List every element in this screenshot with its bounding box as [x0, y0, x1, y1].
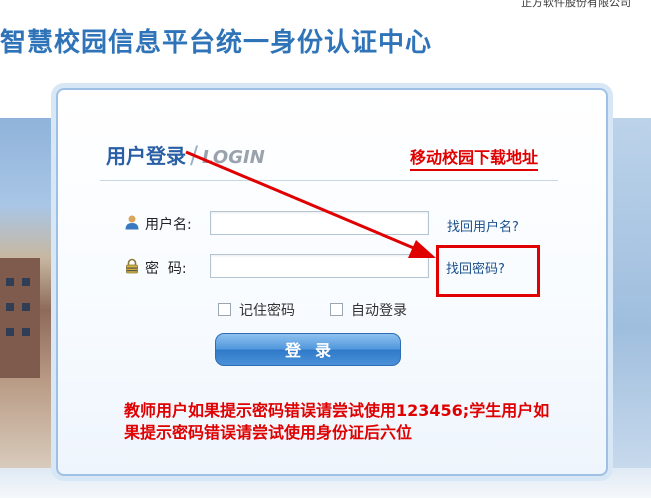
annotation-arrow [185, 150, 436, 258]
annotation-arrow-head [408, 240, 436, 258]
annotation-arrow-line [185, 150, 417, 251]
